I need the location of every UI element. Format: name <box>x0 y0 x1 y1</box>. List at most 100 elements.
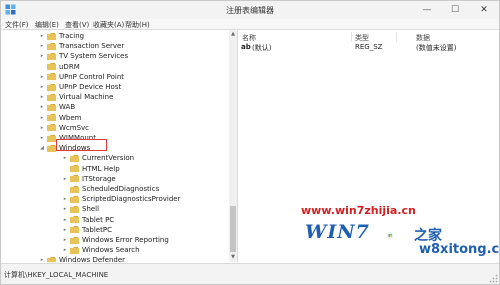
tree-item-label: Virtual Machine <box>59 93 114 102</box>
tree-item[interactable]: ▸ Windows Defender <box>39 255 125 262</box>
column-header-data[interactable]: 数据 <box>416 33 430 43</box>
expand-arrow-icon[interactable]: ▸ <box>62 176 68 182</box>
expand-arrow-icon[interactable]: ▸ <box>62 155 68 161</box>
expand-arrow-icon[interactable]: ▸ <box>39 104 45 110</box>
watermark-site: w8xitong.com <box>419 242 500 257</box>
windows-logo-icon <box>387 232 394 239</box>
tree-item[interactable]: ▸ UPnP Device Host <box>39 82 121 92</box>
tree-item-label: TabletPC <box>82 225 112 234</box>
menu-view[interactable]: 查看(V) <box>65 20 89 30</box>
expand-arrow-icon[interactable]: ▸ <box>62 196 68 202</box>
expand-arrow-icon[interactable]: ▸ <box>39 33 45 39</box>
tree-item-label: uDRM <box>59 62 80 71</box>
menu-help[interactable]: 帮助(H) <box>125 20 150 30</box>
scrollbar-thumb[interactable] <box>230 206 236 252</box>
watermark-logo: WIN7 <box>305 221 370 243</box>
tree-item[interactable]: ▸ Transaction Server <box>39 41 125 51</box>
tree-item[interactable]: ▸ Windows Error Reporting <box>62 235 169 245</box>
tree-item[interactable]: ▸ WcmSvc <box>39 123 89 133</box>
folder-icon <box>70 205 79 213</box>
folder-icon <box>70 236 79 244</box>
folder-icon <box>47 32 56 40</box>
folder-icon <box>47 73 56 81</box>
tree-item[interactable]: HTML Help <box>62 164 120 174</box>
expand-arrow-icon[interactable]: ▸ <box>39 125 45 131</box>
expand-arrow-icon[interactable]: ▸ <box>62 217 68 223</box>
expand-arrow-icon[interactable]: ▸ <box>39 43 45 49</box>
title-bar[interactable]: 注册表编辑器 — ☐ ✕ <box>1 1 499 19</box>
folder-icon <box>70 185 79 193</box>
expand-arrow-icon[interactable]: ▸ <box>39 135 45 141</box>
resize-grip-icon[interactable] <box>489 274 498 283</box>
close-button[interactable]: ✕ <box>469 1 499 19</box>
folder-icon <box>70 226 79 234</box>
expand-arrow-icon[interactable]: ▸ <box>62 227 68 233</box>
tree-item[interactable]: ▸ Windows Search <box>62 245 140 255</box>
tree-item-label: Wbem <box>59 113 82 122</box>
tree-item[interactable]: uDRM <box>39 62 80 72</box>
expand-arrow-icon[interactable]: ▸ <box>39 94 45 100</box>
folder-icon <box>47 134 56 142</box>
tree-item-label: WcmSvc <box>59 123 90 132</box>
column-separator <box>396 32 397 42</box>
minimize-button[interactable]: — <box>413 1 441 19</box>
tree-item[interactable]: ▸ ITStorage <box>62 174 116 184</box>
tree-item[interactable]: ▸ ScriptedDiagnosticsProvider <box>62 194 181 204</box>
scroll-down-arrow-icon[interactable]: ▼ <box>229 254 237 260</box>
tree-item[interactable]: ▸ TabletPC <box>62 225 112 235</box>
status-path: 计算机\HKEY_LOCAL_MACHINE <box>4 271 109 279</box>
folder-icon <box>47 52 56 60</box>
folder-icon <box>70 216 79 224</box>
tree-item[interactable]: ▸ UPnP Control Point <box>39 72 124 82</box>
menu-favorites[interactable]: 收藏夹(A) <box>93 20 124 30</box>
expand-arrow-icon[interactable]: ▸ <box>62 237 68 243</box>
expand-arrow-icon[interactable]: ▸ <box>39 257 45 262</box>
tree-item[interactable]: ▸ CurrentVersion <box>62 153 134 163</box>
folder-icon <box>47 114 56 122</box>
expand-arrow-icon[interactable]: ▸ <box>62 247 68 253</box>
tree-item[interactable]: ▸ Tablet PC <box>62 215 114 225</box>
tree-item[interactable]: ▸ Wbem <box>39 113 82 123</box>
maximize-button[interactable]: ☐ <box>441 1 469 19</box>
expand-arrow-icon[interactable]: ▸ <box>39 84 45 90</box>
tree-item[interactable]: ScheduledDiagnostics <box>62 184 159 194</box>
folder-icon <box>47 63 56 71</box>
string-value-icon: ab <box>241 43 251 51</box>
tree-item[interactable]: ▸ WAB <box>39 102 75 112</box>
selected-key-highlight <box>56 139 107 151</box>
column-header-name[interactable]: 名称 <box>242 33 256 43</box>
menu-file[interactable]: 文件(F) <box>5 20 29 30</box>
tree-item-label: Tablet PC <box>82 215 115 224</box>
value-data: (数值未设置) <box>416 44 457 52</box>
collapse-arrow-icon[interactable]: ◢ <box>39 145 45 151</box>
menu-edit[interactable]: 编辑(E) <box>35 20 59 30</box>
scroll-up-arrow-icon[interactable]: ▲ <box>229 31 237 37</box>
value-type: REG_SZ <box>355 43 383 51</box>
expand-arrow-icon[interactable]: ▸ <box>39 115 45 121</box>
tree-item[interactable]: ▸ Tracing <box>39 31 84 41</box>
tree-item-label: ITStorage <box>82 174 116 183</box>
folder-icon <box>47 256 56 262</box>
menu-bar: 文件(F) 编辑(E) 查看(V) 收藏夹(A) 帮助(H) <box>1 19 499 30</box>
value-row-default[interactable]: ab (默认) REG_SZ (数值未设置) <box>240 43 497 53</box>
expand-arrow-icon[interactable]: ▸ <box>62 206 68 212</box>
tree-item-label: HTML Help <box>82 164 120 173</box>
folder-icon <box>70 175 79 183</box>
tree-item[interactable]: ▸ Shell <box>62 204 99 214</box>
folder-icon <box>70 246 79 254</box>
tree-item[interactable]: ▸ TV System Services <box>39 51 128 61</box>
tree-item[interactable]: ▸ Virtual Machine <box>39 92 114 102</box>
tree-item-label: UPnP Device Host <box>59 83 122 91</box>
folder-icon <box>47 83 56 91</box>
expand-arrow-icon[interactable]: ▸ <box>39 74 45 80</box>
tree-item-label: TV System Services <box>59 52 129 61</box>
tree-scrollbar[interactable]: ▲ ▼ <box>229 30 237 262</box>
column-header-type[interactable]: 类型 <box>355 33 369 43</box>
tree-item-label: Windows Defender <box>59 256 126 262</box>
registry-tree[interactable]: ▸ Tracing ▸ Transaction Server ▸ TV System Se… <box>1 30 229 262</box>
folder-icon <box>47 144 56 152</box>
tree-item-label: ScheduledDiagnostics <box>82 185 160 193</box>
expand-arrow-icon[interactable]: ▸ <box>39 53 45 59</box>
tree-item-label: WAB <box>59 103 76 112</box>
folder-icon <box>70 165 79 173</box>
